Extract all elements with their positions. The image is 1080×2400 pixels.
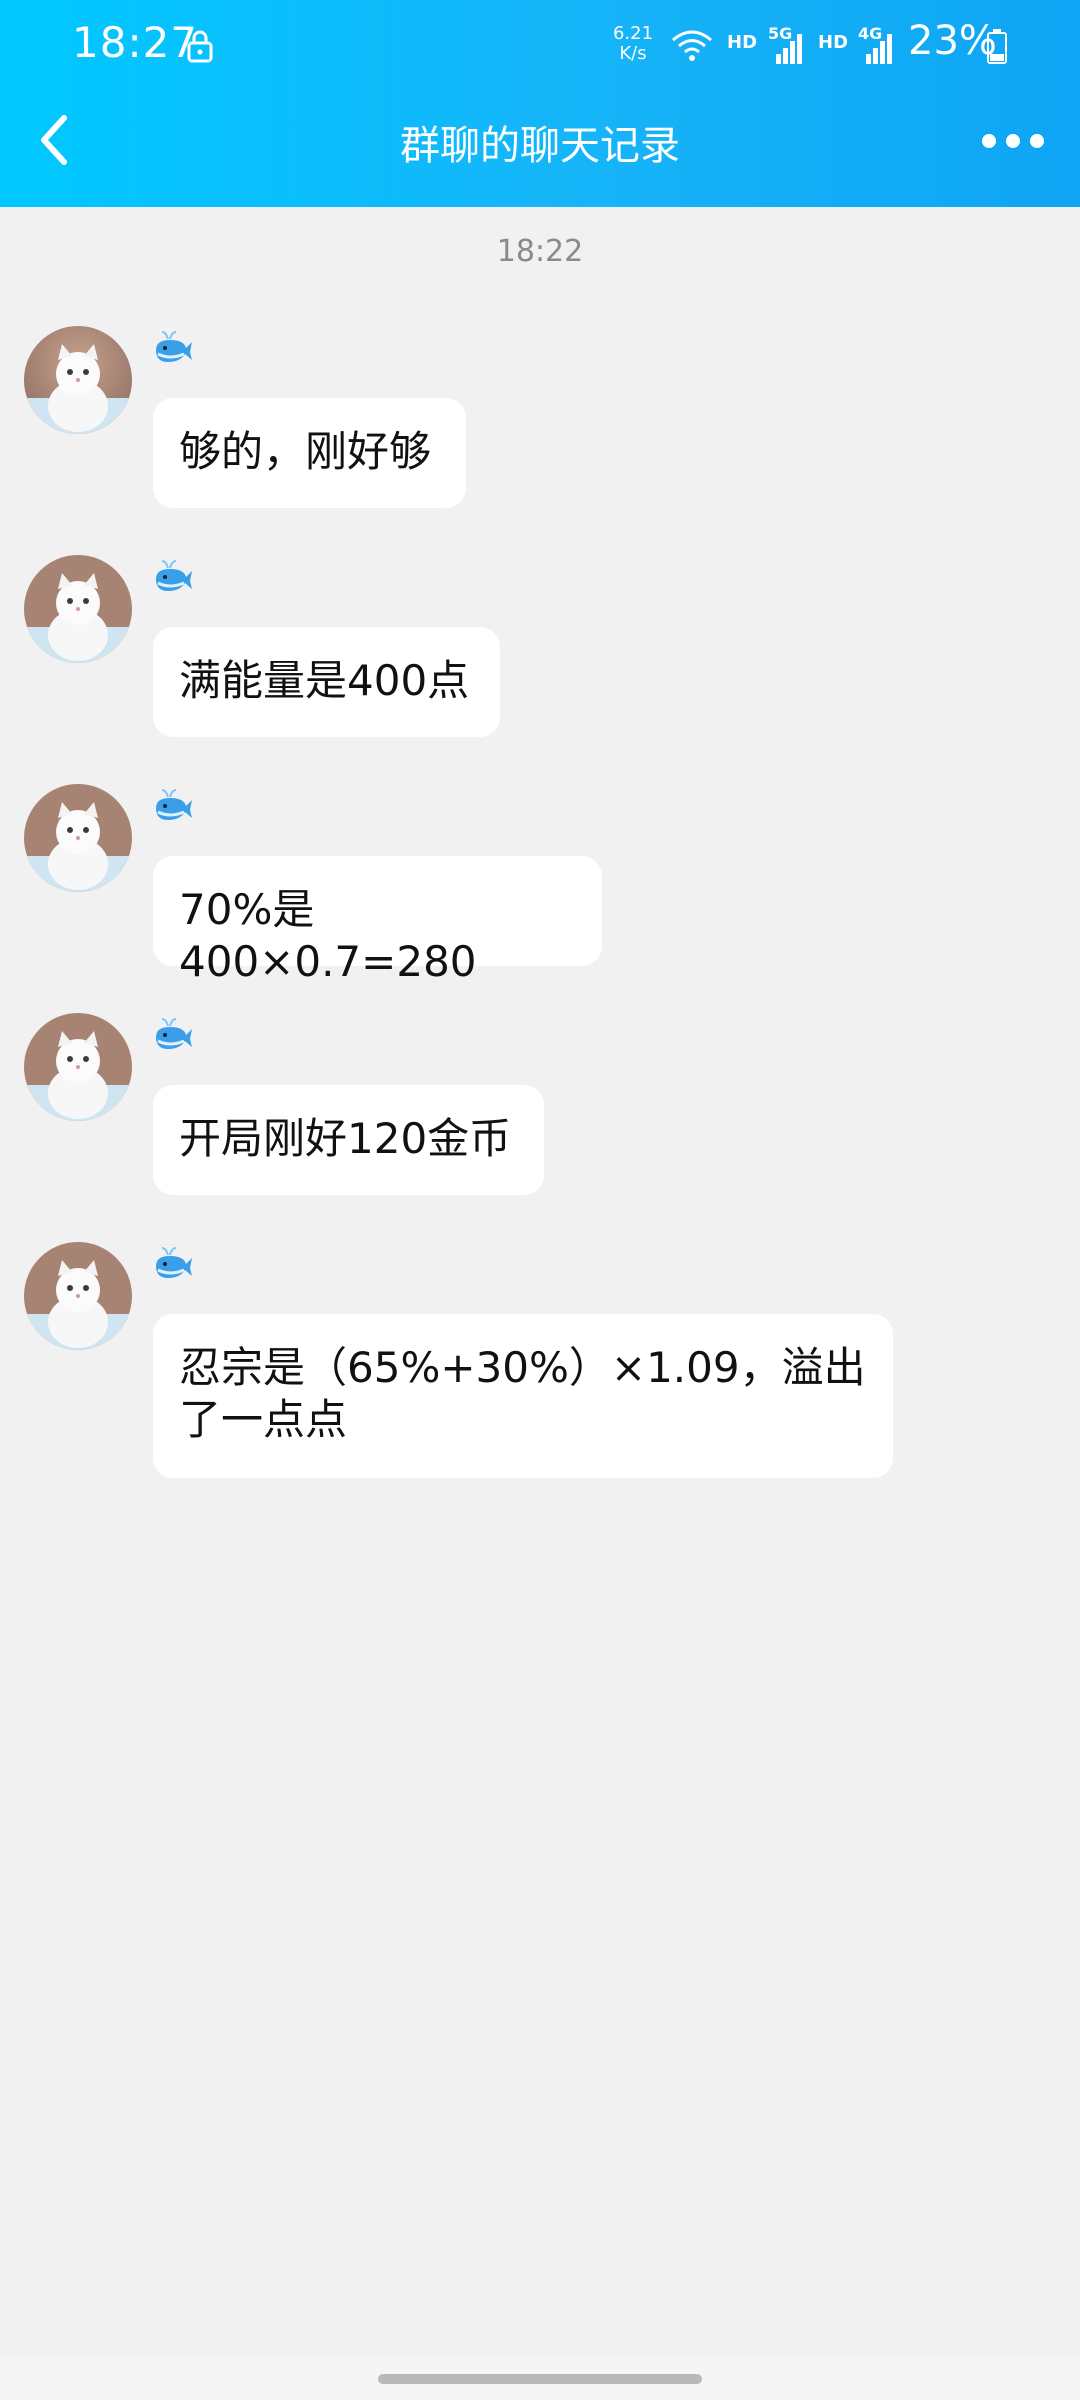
- message-text: 开局刚好120金币: [179, 1114, 512, 1163]
- chat-timestamp: 18:22: [496, 234, 584, 269]
- message-text: 够的，刚好够: [179, 427, 432, 476]
- message-bubble[interactable]: 70%是400×0.7=280: [153, 856, 602, 986]
- network-speed-value: 6.21: [612, 23, 654, 44]
- cat-avatar-icon: [24, 784, 132, 892]
- whale-icon: [156, 560, 192, 591]
- network-speed-unit: K/s: [619, 43, 647, 64]
- message-text: 满能量是400点: [179, 656, 470, 705]
- message-bubble[interactable]: 够的，刚好够: [153, 398, 466, 508]
- cat-avatar-icon: [24, 1013, 132, 1121]
- cat-avatar-icon: [24, 555, 132, 663]
- whale-icon: [156, 1247, 192, 1278]
- message-bubble[interactable]: 开局刚好120金币: [153, 1085, 544, 1195]
- whale-icon: [156, 331, 192, 362]
- network-speed: 6.21 K/s: [608, 24, 658, 64]
- message-text-line-1: 忍宗是（65%+30%）×1.09，溢出: [179, 1343, 866, 1392]
- page-title: 群聊的聊天记录: [400, 123, 680, 169]
- avatar[interactable]: [24, 1013, 132, 1121]
- signal-icon-1: [776, 34, 802, 64]
- cat-avatar-icon: [24, 1242, 132, 1350]
- message-text-line-2: 了一点点: [179, 1395, 348, 1444]
- status-time: 18:27: [72, 18, 199, 67]
- battery-icon: [987, 29, 1007, 64]
- whale-icon: [156, 1018, 192, 1049]
- avatar[interactable]: [24, 784, 132, 892]
- hd-label-2: HD: [818, 32, 849, 53]
- avatar[interactable]: [24, 555, 132, 663]
- cat-avatar-icon: [24, 326, 132, 434]
- wifi-icon: [672, 30, 712, 61]
- status-bar: 18:27 6.21 K/s HD 5G HD 4G 23%: [0, 0, 1080, 90]
- avatar[interactable]: [24, 326, 132, 434]
- signal-icon-2: [866, 34, 892, 64]
- lock-icon: [187, 30, 213, 63]
- battery-percent: 23%: [908, 18, 997, 64]
- top-header: 18:27 6.21 K/s HD 5G HD 4G 23% 群聊的聊天记录: [0, 0, 1080, 207]
- hd-label-1: HD: [727, 32, 758, 53]
- message-bubble[interactable]: 满能量是400点: [153, 627, 500, 737]
- whale-icon: [156, 789, 192, 820]
- message-text: 70%是400×0.7=280: [179, 885, 477, 986]
- avatar[interactable]: [24, 1242, 132, 1350]
- message-bubble[interactable]: 忍宗是（65%+30%）×1.09，溢出 了一点点: [153, 1314, 893, 1478]
- more-options-button[interactable]: [980, 124, 1046, 158]
- home-indicator[interactable]: [378, 2374, 702, 2384]
